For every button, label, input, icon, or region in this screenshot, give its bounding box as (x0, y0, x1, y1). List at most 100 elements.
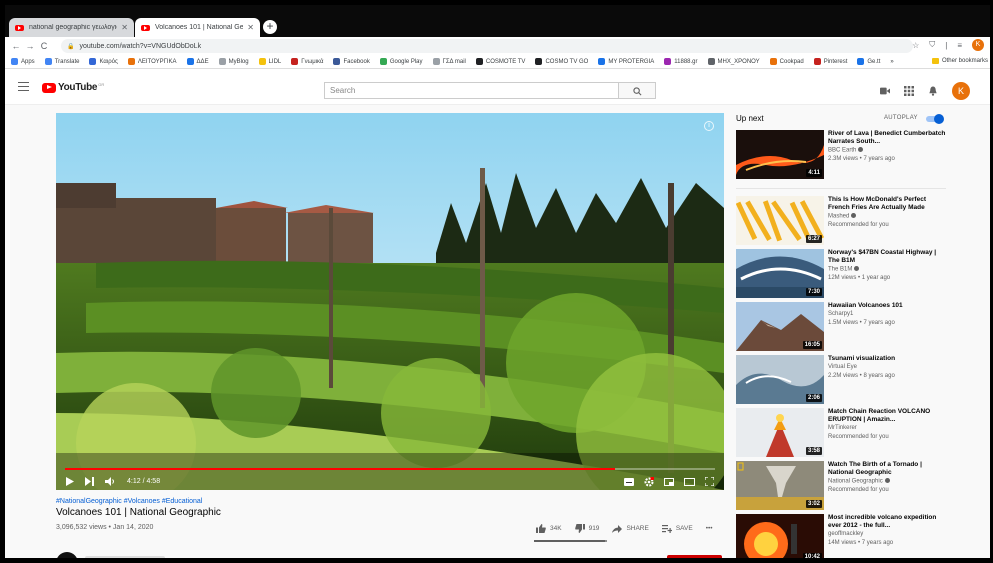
menu-icon[interactable] (18, 82, 29, 91)
video-thumbnail[interactable]: 6:27 (736, 196, 824, 245)
video-thumbnail[interactable]: 2:06 (736, 355, 824, 404)
dislike-button[interactable]: 919 (574, 524, 599, 533)
video-hashtags[interactable]: #NationalGeographic #Volcanoes #Educatio… (56, 498, 202, 505)
bookmark-item[interactable]: MyBlog (218, 58, 249, 65)
bookmark-item[interactable]: ΔΔΕ (186, 58, 209, 65)
up-next-title[interactable]: Norway's $47BN Coastal Highway | The B1M (828, 249, 948, 265)
up-next-title[interactable]: Tsunami visualization (828, 355, 948, 363)
create-video-icon[interactable] (880, 86, 890, 96)
play-icon[interactable] (66, 477, 74, 486)
up-next-item[interactable]: 3:58 Match Chain Reaction VOLCANO ERUPTIO… (736, 408, 986, 458)
bookmark-item[interactable]: ΛΕΙΤΟΥΡΓΙΚΑ (127, 58, 177, 65)
video-thumbnail[interactable]: 16:05 (736, 302, 824, 351)
bookmark-item[interactable]: Google Play (379, 58, 423, 65)
bookmark-item[interactable]: Γνωμικά (291, 58, 323, 65)
up-next-channel[interactable]: Scharpy1 (828, 311, 853, 317)
notifications-bell-icon[interactable] (928, 86, 938, 96)
video-player[interactable]: i 4:12 / 4:58 (56, 113, 724, 490)
youtube-header: YouTube GR Search K (5, 69, 990, 105)
bookmark-item[interactable]: Καιρός (89, 58, 118, 65)
subtitles-icon[interactable] (624, 477, 634, 486)
more-actions-button[interactable]: ••• (706, 525, 713, 532)
save-button[interactable]: SAVE (661, 524, 693, 533)
channel-avatar[interactable] (56, 552, 78, 558)
bookmark-item[interactable]: Ge.tt (857, 58, 880, 65)
close-tab-icon[interactable]: ✕ (121, 23, 128, 32)
up-next-item[interactable]: 7:30 Norway's $47BN Coastal Highway | The… (736, 249, 986, 299)
profile-avatar[interactable]: K (972, 39, 984, 51)
bookmark-item[interactable]: 11888.gr (664, 58, 698, 65)
up-next-channel[interactable]: BBC Earth (828, 147, 864, 154)
up-next-channel[interactable]: geoffmackley (828, 531, 863, 537)
url-field[interactable]: 🔒 youtube.com/watch?v=VNGUdObDoLk (61, 39, 913, 53)
star-icon[interactable]: ☆ (912, 41, 919, 50)
up-next-title[interactable]: Hawaiian Volcanoes 101 (828, 302, 948, 310)
bookmarks-overflow-button[interactable]: » (890, 59, 893, 65)
reload-icon[interactable]: C (37, 41, 51, 51)
up-next-title[interactable]: Most incredible volcano expedition ever … (828, 514, 948, 530)
up-next-item[interactable]: 16:05 Hawaiian Volcanoes 101 Scharpy1 1.5M … (736, 302, 986, 352)
up-next-channel[interactable]: National Geographic (828, 478, 890, 485)
settings-gear-icon[interactable] (644, 476, 654, 487)
bookmark-item[interactable]: ΜΗΧ_ΧΡΟΝΟΥ (707, 58, 760, 65)
bookmark-item[interactable]: COSMO TV GO (535, 58, 588, 65)
next-video-icon[interactable] (85, 477, 94, 486)
up-next-title[interactable]: Match Chain Reaction VOLCANO ERUPTION | … (828, 408, 948, 424)
video-thumbnail[interactable]: 7:30 (736, 249, 824, 298)
like-button[interactable]: 34K (536, 524, 562, 533)
miniplayer-icon[interactable] (664, 477, 674, 486)
up-next-channel[interactable]: Virtual Eye (828, 364, 857, 370)
video-progress-bar[interactable] (65, 468, 715, 470)
bookmark-item[interactable]: COSMOTE TV (475, 58, 525, 65)
theater-mode-icon[interactable] (684, 477, 695, 486)
info-icon[interactable]: i (704, 121, 714, 131)
subscribe-button[interactable] (667, 555, 722, 558)
reading-list-icon[interactable]: ≡ (957, 41, 962, 50)
up-next-meta: 1.5M views • 7 years ago (828, 320, 895, 326)
up-next-channel[interactable]: MrTinkerer (828, 425, 857, 431)
tab-volcanoes-101[interactable]: Volcanoes 101 | National Geographic ✕ (135, 18, 260, 37)
new-tab-button[interactable]: + (263, 20, 277, 34)
video-thumbnail[interactable]: 3:02 (736, 461, 824, 510)
up-next-title[interactable]: River of Lava | Benedict Cumberbatch Nar… (828, 130, 948, 146)
other-bookmarks-label: Other bookmarks (941, 58, 988, 64)
video-thumbnail[interactable]: 4:11 (736, 130, 824, 179)
bookmark-item[interactable]: Apps (11, 58, 35, 65)
volume-icon[interactable] (105, 477, 116, 486)
up-next-channel[interactable]: Mashed (828, 213, 857, 220)
up-next-title[interactable]: This Is How McDonald's Perfect French Fr… (828, 196, 948, 212)
bookmark-item[interactable]: ΓΣΔ mail (432, 58, 466, 65)
up-next-item[interactable]: 2:06 Tsunami visualization Virtual Eye 2.2M… (736, 355, 986, 405)
country-code: GR (98, 82, 105, 87)
bookmark-item[interactable]: MY PROTERGIA (598, 58, 654, 65)
youtube-logo[interactable]: YouTube GR (42, 82, 104, 93)
shield-extension-icon[interactable]: ⛉ (929, 40, 935, 50)
other-bookmarks[interactable]: Other bookmarks (931, 58, 988, 64)
account-avatar[interactable]: K (952, 82, 970, 100)
close-tab-icon[interactable]: ✕ (247, 23, 254, 32)
autoplay-toggle[interactable] (926, 114, 944, 124)
video-thumbnail[interactable]: 10:42 (736, 514, 824, 558)
up-next-divider (736, 188, 946, 189)
up-next-channel[interactable]: The B1M (828, 266, 860, 273)
up-next-item[interactable]: 10:42 Most incredible volcano expedition … (736, 514, 986, 558)
search-input[interactable]: Search (324, 82, 619, 99)
up-next-title[interactable]: Watch The Birth of a Tornado | National … (828, 461, 948, 477)
up-next-item[interactable]: 4:11 River of Lava | Benedict Cumberbatch… (736, 130, 986, 180)
bookmark-item[interactable]: Cookpad (769, 58, 804, 65)
bookmark-item[interactable]: Translate (44, 58, 79, 65)
video-thumbnail[interactable]: 3:58 (736, 408, 824, 457)
share-label: SHARE (626, 525, 649, 532)
tab-national-geographic[interactable]: national geographic γεωλογια ✕ (9, 18, 134, 37)
apps-grid-icon[interactable] (904, 86, 914, 96)
forward-icon[interactable]: → (23, 41, 37, 51)
share-button[interactable]: SHARE (612, 524, 649, 533)
bookmark-item[interactable]: Facebook (333, 58, 370, 65)
up-next-item[interactable]: 6:27 This Is How McDonald's Perfect Frenc… (736, 196, 986, 246)
up-next-item[interactable]: 3:02 Watch The Birth of a Tornado | Natio… (736, 461, 986, 511)
search-button[interactable] (619, 82, 656, 99)
back-icon[interactable]: ← (9, 41, 23, 51)
bookmark-item[interactable]: Pinterest (813, 58, 847, 65)
bookmark-item[interactable]: LIDL (258, 58, 281, 65)
fullscreen-icon[interactable] (705, 477, 714, 486)
